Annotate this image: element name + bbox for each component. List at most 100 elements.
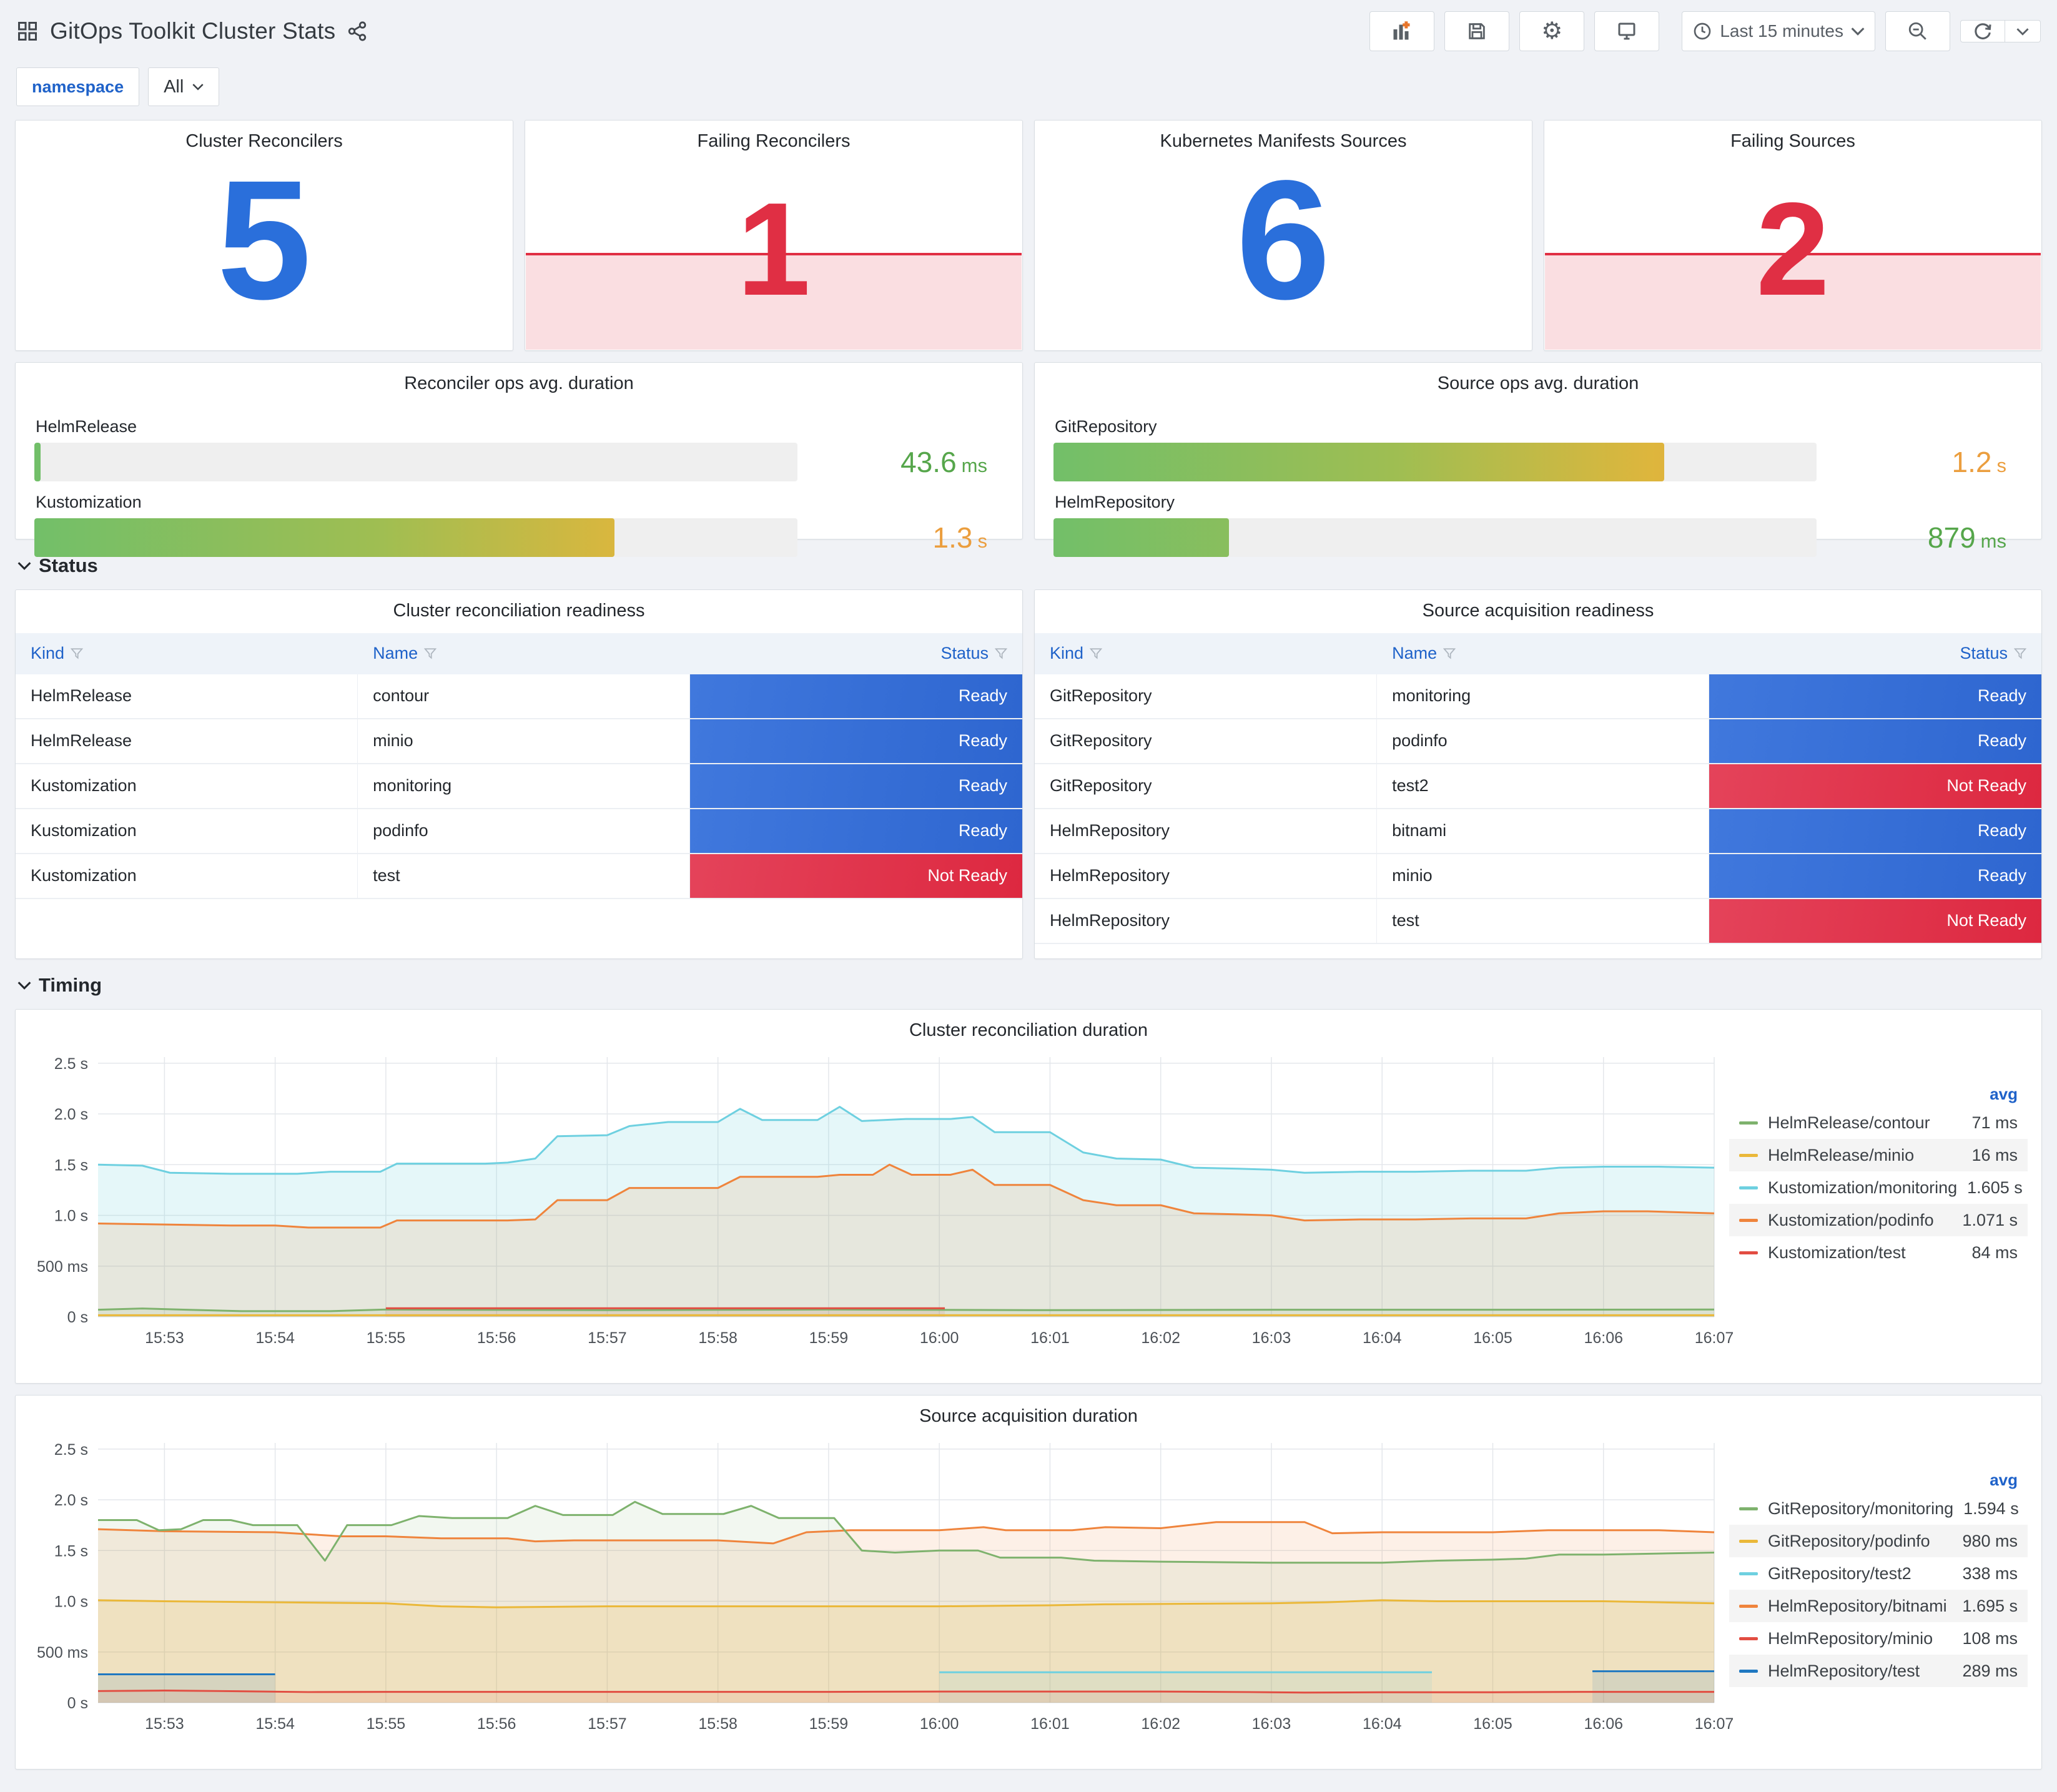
dashboard-settings-button[interactable]: ⚙: [1519, 11, 1585, 51]
legend-series-swatch: [1739, 1539, 1758, 1543]
column-header-kind[interactable]: Kind: [16, 644, 358, 663]
column-header-kind[interactable]: Kind: [1035, 644, 1377, 663]
section-status[interactable]: Status: [17, 554, 2040, 577]
svg-text:16:01: 16:01: [1030, 1329, 1070, 1347]
status-badge: Ready: [1709, 674, 2041, 718]
filter-funnel-icon: [424, 648, 437, 659]
status-badge: Ready: [1709, 719, 2041, 763]
add-panel-button[interactable]: [1369, 11, 1435, 51]
legend-item[interactable]: GitRepository/podinfo 980 ms: [1729, 1525, 2028, 1557]
status-badge: Ready: [1709, 809, 2041, 853]
cell-status: Ready: [690, 764, 1022, 808]
cell-kind: Kustomization: [16, 809, 358, 853]
chart-panel-2: Source acquisition duration 0 s 500 ms 1.0 …: [15, 1395, 2042, 1770]
cell-name: minio: [1377, 854, 1710, 898]
svg-text:16:05: 16:05: [1473, 1715, 1512, 1733]
dashboard-grid-icon[interactable]: [16, 20, 39, 42]
time-range-picker[interactable]: Last 15 minutes: [1682, 11, 1875, 51]
legend-item[interactable]: HelmRelease/minio 16 ms: [1729, 1139, 2028, 1171]
legend-series-avg: 1.695 s: [1962, 1596, 2018, 1615]
gauge-value: 879 ms: [1817, 521, 2023, 554]
legend-item[interactable]: HelmRepository/test 289 ms: [1729, 1655, 2028, 1687]
gauge-row: HelmRelease 43.6 ms: [34, 412, 1004, 481]
cell-name: test2: [1377, 764, 1710, 808]
table-row: Kustomization monitoring Ready: [16, 764, 1022, 809]
chevron-down-icon: [17, 982, 31, 990]
cell-kind: Kustomization: [16, 854, 358, 898]
gear-icon: ⚙: [1541, 18, 1563, 44]
zoom-out-button[interactable]: [1885, 11, 1950, 51]
legend-item[interactable]: Kustomization/podinfo 1.071 s: [1729, 1204, 2028, 1236]
share-icon[interactable]: [347, 21, 368, 42]
filter-funnel-icon: [2013, 648, 2026, 659]
column-header-status[interactable]: Status: [1709, 644, 2041, 663]
column-header-name[interactable]: Name: [1377, 644, 1709, 663]
gauge-row: Kustomization 1.3 s: [34, 488, 1004, 557]
cell-name: test: [1377, 898, 1710, 943]
svg-text:0 s: 0 s: [67, 1695, 88, 1712]
save-dashboard-button[interactable]: [1444, 11, 1510, 51]
gauge-track[interactable]: [34, 442, 797, 481]
svg-text:15:56: 15:56: [477, 1329, 516, 1347]
gauge-panel-title: Reconciler ops avg. duration: [404, 373, 634, 393]
legend-item[interactable]: GitRepository/monitoring 1.594 s: [1729, 1492, 2028, 1525]
page-title: GitOps Toolkit Cluster Stats: [50, 18, 336, 44]
legend-item[interactable]: GitRepository/test2 338 ms: [1729, 1557, 2028, 1590]
time-series-plot[interactable]: 0 s 500 ms 1.0 s 1.5 s 2.0 s 2.5 s 15:53 15:54 1…: [24, 1433, 1735, 1745]
cell-status: Not Ready: [1709, 764, 2041, 808]
legend-item[interactable]: Kustomization/test 84 ms: [1729, 1236, 2028, 1269]
legend-item[interactable]: HelmRepository/minio 108 ms: [1729, 1622, 2028, 1655]
refresh-button-group: [1960, 20, 2041, 42]
chevron-down-icon: [2016, 27, 2029, 36]
cell-kind: HelmRelease: [16, 674, 358, 718]
filter-row: namespace All: [0, 60, 2057, 120]
svg-text:16:06: 16:06: [1584, 1715, 1623, 1733]
svg-text:15:56: 15:56: [477, 1715, 516, 1733]
stat-panel-title: Failing Sources: [1730, 131, 1855, 151]
gauge-track[interactable]: [1053, 518, 1817, 557]
filter-funnel-icon: [1443, 648, 1456, 659]
cell-status: Ready: [690, 809, 1022, 853]
filter-funnel-icon: [994, 648, 1007, 659]
status-badge: Not Ready: [690, 854, 1022, 898]
legend-item[interactable]: Kustomization/monitoring 1.605 s: [1729, 1171, 2028, 1204]
section-timing[interactable]: Timing: [17, 974, 2040, 997]
gauge-track[interactable]: [1053, 442, 1817, 481]
legend-series-name: GitRepository/monitoring: [1768, 1499, 1954, 1518]
namespace-filter-value[interactable]: All: [148, 67, 220, 106]
legend-item[interactable]: HelmRelease/contour 71 ms: [1729, 1106, 2028, 1139]
namespace-filter-label[interactable]: namespace: [16, 67, 140, 106]
table-row: GitRepository test2 Not Ready: [1035, 764, 2041, 809]
chart-row-2: Source acquisition duration 0 s 500 ms 1.0 …: [15, 1395, 2042, 1770]
cell-kind: HelmRelease: [16, 719, 358, 763]
table-row: HelmRepository bitnami Ready: [1035, 809, 2041, 854]
cell-kind: HelmRepository: [1035, 809, 1378, 853]
column-header-status[interactable]: Status: [690, 644, 1022, 663]
cell-name: monitoring: [358, 764, 691, 808]
gauge-track[interactable]: [34, 518, 797, 557]
gauge-fill: [1053, 442, 1664, 481]
cycle-view-mode-button[interactable]: [1594, 11, 1660, 51]
legend-item[interactable]: HelmRepository/bitnami 1.695 s: [1729, 1590, 2028, 1622]
gauge-row: GitRepository 1.2 s: [1053, 412, 2023, 481]
table-panel-title: Source acquisition readiness: [1422, 601, 1654, 621]
svg-text:16:07: 16:07: [1695, 1715, 1734, 1733]
legend-series-swatch: [1739, 1604, 1758, 1608]
refresh-interval-dropdown[interactable]: [2005, 21, 2040, 42]
svg-text:2.0 s: 2.0 s: [54, 1106, 88, 1123]
time-series-plot[interactable]: 0 s 500 ms 1.0 s 1.5 s 2.0 s 2.5 s 15:53 15:54 1…: [24, 1047, 1735, 1359]
cell-status: Ready: [690, 719, 1022, 763]
legend-series-name: GitRepository/podinfo: [1768, 1531, 1930, 1550]
table: Kind Name Status GitRepository monitoring Rea…: [1035, 633, 2041, 944]
refresh-button[interactable]: [1961, 21, 2005, 42]
gauge-panel-title: Source ops avg. duration: [1437, 373, 1639, 393]
cell-status: Ready: [1709, 854, 2041, 898]
filter-funnel-icon: [1090, 648, 1103, 659]
status-badge: Ready: [690, 809, 1022, 853]
status-badge: Ready: [690, 719, 1022, 763]
gauge-row-label: GitRepository: [1055, 416, 1157, 436]
column-header-name[interactable]: Name: [358, 644, 690, 663]
status-badge: Ready: [690, 674, 1022, 718]
chevron-down-icon: [192, 84, 204, 91]
clock-icon: [1694, 22, 1711, 40]
